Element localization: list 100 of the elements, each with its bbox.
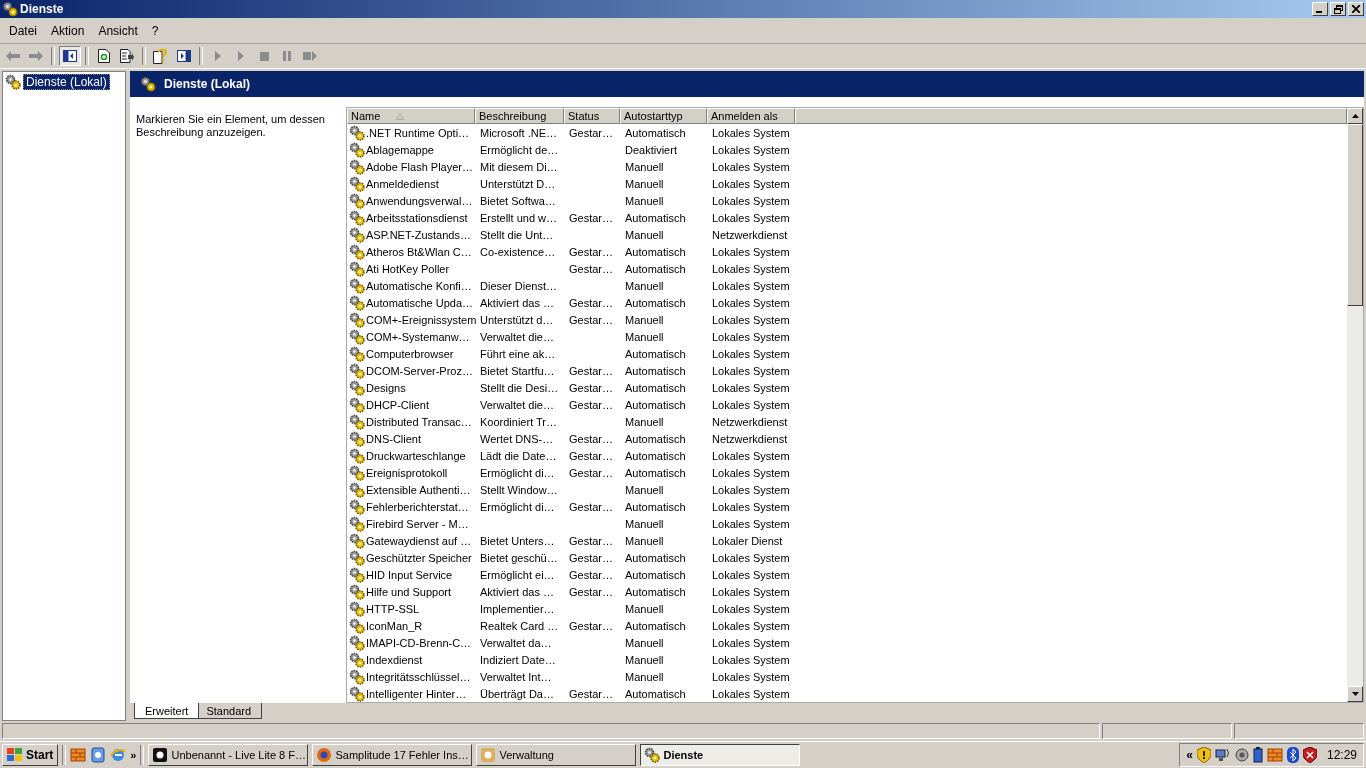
tree-item[interactable]: Dienste (Lokal) — [23, 74, 110, 90]
app-icon — [152, 747, 169, 763]
column-header[interactable]: Beschreibung — [475, 108, 564, 124]
table-cell: Aktiviert das … — [480, 585, 554, 598]
table-cell: Automatisch — [625, 398, 686, 411]
menu-item[interactable]: Ansicht — [91, 23, 145, 38]
service-name[interactable]: Geschützter Speicher — [366, 551, 472, 564]
service-name[interactable]: Adobe Flash Player… — [366, 160, 473, 173]
restore-icon — [1333, 4, 1343, 14]
service-name[interactable]: Automatische Upda… — [366, 296, 473, 309]
browser-icon[interactable] — [110, 747, 127, 763]
table-cell: Deaktiviert — [625, 143, 677, 156]
shield-icon[interactable] — [1302, 747, 1317, 763]
column-header[interactable]: Status — [564, 108, 620, 124]
service-name[interactable]: HTTP-SSL — [366, 602, 420, 615]
service-name[interactable]: Ereignisprotokoll — [366, 466, 448, 479]
table-cell: Gestar… — [569, 500, 613, 513]
column-header[interactable]: Name — [347, 108, 475, 124]
help-icon — [153, 48, 169, 64]
network-icon[interactable] — [1214, 747, 1231, 763]
service-name[interactable]: Indexdienst — [366, 653, 423, 666]
document-icon[interactable] — [90, 747, 107, 763]
table-cell: Gestar… — [569, 534, 613, 547]
table-cell: Bietet Softwa… — [480, 194, 556, 207]
table-cell: Manuell — [625, 534, 664, 547]
service-name[interactable]: Fehlerberichterstat… — [366, 500, 469, 513]
table-cell: Gestar… — [569, 381, 613, 394]
show-hidden-icons-button[interactable]: « — [1186, 748, 1193, 762]
battery-icon[interactable] — [1252, 747, 1263, 763]
table-cell: Wertet DNS-… — [480, 432, 554, 445]
minimize-button[interactable] — [1312, 2, 1328, 16]
service-name[interactable]: Computerbrowser — [366, 347, 454, 360]
start-button[interactable]: Start — [2, 744, 59, 766]
service-name[interactable]: Intelligenter Hinter… — [366, 687, 467, 700]
volume-icon[interactable] — [1234, 748, 1249, 762]
table-cell: Manuell — [625, 228, 664, 241]
table-cell: Lokales System — [712, 466, 790, 479]
taskbar-button[interactable]: Dienste — [640, 744, 801, 766]
service-name[interactable]: Atheros Bt&Wlan C… — [366, 245, 472, 258]
column-header[interactable]: Autostarttyp — [620, 108, 707, 124]
table-cell: Stellt die Desi… — [480, 381, 559, 394]
service-name[interactable]: Designs — [366, 381, 406, 394]
menu-item[interactable]: Aktion — [44, 23, 92, 38]
service-name[interactable]: Druckwarteschlange — [366, 449, 466, 462]
back-arrow-icon — [6, 51, 20, 61]
table-cell: Ermöglicht ei… — [480, 568, 555, 581]
vertical-scrollbar[interactable] — [1347, 108, 1363, 702]
service-name[interactable]: DCOM-Server-Proz… — [366, 364, 473, 377]
service-name[interactable]: IMAPI-CD-Brenn-C… — [366, 636, 472, 649]
table-cell: Automatisch — [625, 364, 686, 377]
table-cell: Bietet Startfu… — [480, 364, 555, 377]
bluetooth-icon[interactable] — [1286, 747, 1299, 763]
table-cell: Lokales System — [712, 126, 790, 139]
restore-button[interactable] — [1330, 2, 1346, 16]
table-cell: Automatisch — [625, 619, 686, 632]
gears-icon — [349, 141, 365, 158]
table-cell: Gestar… — [569, 296, 613, 309]
column-header[interactable]: Anmelden als — [707, 108, 795, 124]
scrollbar-thumb[interactable] — [1347, 124, 1363, 306]
service-name[interactable]: Anmeldedienst — [366, 177, 439, 190]
gears-icon — [349, 192, 365, 209]
table-cell: Lokales System — [712, 330, 790, 343]
service-name[interactable]: ASP.NET-Zustands… — [366, 228, 471, 241]
service-name[interactable]: Gatewaydienst auf … — [366, 534, 472, 547]
shield-icon[interactable] — [1196, 747, 1211, 763]
service-name[interactable]: DNS-Client — [366, 432, 421, 445]
service-name[interactable]: Hilfe und Support — [366, 585, 451, 598]
gears-icon — [349, 345, 365, 362]
taskbar-button[interactable]: Samplitude 17 Fehler Ins… — [312, 744, 473, 766]
service-name[interactable]: Extensible Authenti… — [366, 483, 471, 496]
table-cell: Automatisch — [625, 585, 686, 598]
service-name[interactable]: Ablagemappe — [366, 143, 434, 156]
service-name[interactable]: IconMan_R — [366, 619, 423, 632]
service-name[interactable]: Distributed Transac… — [366, 415, 472, 428]
close-button[interactable] — [1348, 2, 1364, 16]
panel-title: Dienste (Lokal) — [164, 77, 250, 91]
service-name[interactable]: .NET Runtime Opti… — [366, 126, 470, 139]
more-quicklaunch-button[interactable]: » — [130, 749, 137, 761]
service-name[interactable]: Anwendungsverwal… — [366, 194, 473, 207]
menu-item[interactable]: ? — [144, 23, 166, 38]
firewall-icon[interactable] — [70, 747, 87, 763]
gears-icon — [2, 1, 18, 17]
service-name[interactable]: Integritätsschlüssel… — [366, 670, 471, 683]
menu-item[interactable]: Datei — [2, 23, 44, 38]
export-list-icon — [120, 49, 134, 63]
table-cell: Lokales System — [712, 670, 790, 683]
service-name[interactable]: DHCP-Client — [366, 398, 429, 411]
gears-icon — [349, 328, 365, 345]
table-cell: Ermöglicht di… — [480, 466, 555, 479]
service-name[interactable]: Arbeitsstationsdienst — [366, 211, 468, 224]
service-name[interactable]: Firebird Server - M… — [366, 517, 469, 530]
service-name[interactable]: Ati HotKey Poller — [366, 262, 450, 275]
view-tab[interactable]: Erweitert — [134, 703, 200, 719]
console-tree-button[interactable] — [59, 46, 81, 66]
taskbar-button[interactable]: Unbenannt - Live Lite 8 F… — [148, 744, 309, 766]
service-name[interactable]: COM+-Ereignissystem — [366, 313, 477, 326]
service-name[interactable]: HID Input Service — [366, 568, 453, 581]
service-name[interactable]: COM+-Systemanw… — [366, 330, 470, 343]
service-name[interactable]: Automatische Konfi… — [366, 279, 472, 292]
taskbar-button[interactable]: Verwaltung — [476, 744, 637, 766]
